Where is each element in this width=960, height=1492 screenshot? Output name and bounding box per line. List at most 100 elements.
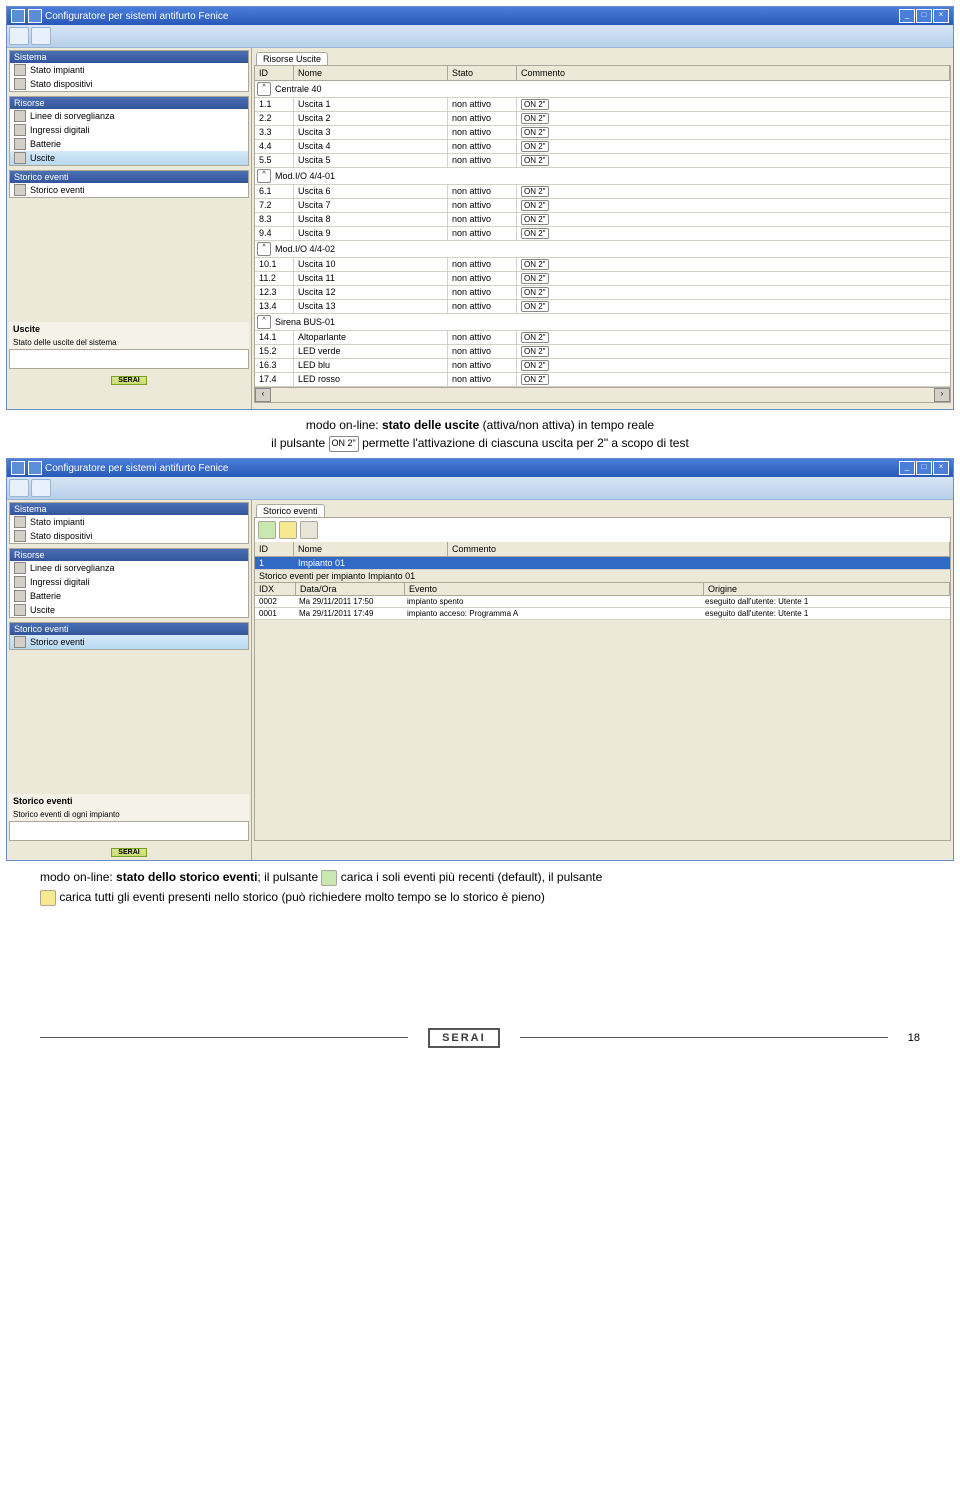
event-row[interactable]: 0002Ma 29/11/2011 17:50impianto spentoes… bbox=[255, 596, 950, 608]
uscita-row[interactable]: 17.4LED rossonon attivoON 2" bbox=[255, 373, 950, 387]
cell-action: ON 2" bbox=[516, 258, 553, 271]
on-button[interactable]: ON 2" bbox=[521, 186, 549, 197]
toolbar-btn-1[interactable] bbox=[9, 27, 29, 45]
uscita-row[interactable]: 14.1Altoparlantenon attivoON 2" bbox=[255, 331, 950, 345]
uscita-row[interactable]: 10.1Uscita 10non attivoON 2" bbox=[255, 258, 950, 272]
scroll-left[interactable]: ‹ bbox=[255, 388, 271, 402]
uscita-row[interactable]: 16.3LED blunon attivoON 2" bbox=[255, 359, 950, 373]
sidebar-item[interactable]: Ingressi digitali bbox=[10, 575, 248, 589]
minimize-button[interactable]: _ bbox=[899, 461, 915, 475]
uscita-row[interactable]: 4.4Uscita 4non attivoON 2" bbox=[255, 140, 950, 154]
scroll-right[interactable]: › bbox=[934, 388, 950, 402]
cell-stato: non attivo bbox=[447, 300, 516, 313]
uscita-row[interactable]: 5.5Uscita 5non attivoON 2" bbox=[255, 154, 950, 168]
sidebar-item[interactable]: Ingressi digitali bbox=[10, 123, 248, 137]
sidebar-item-label: Ingressi digitali bbox=[30, 577, 90, 587]
on-button[interactable]: ON 2" bbox=[521, 301, 549, 312]
cell-id: 17.4 bbox=[255, 373, 293, 386]
sidebar-item[interactable]: Batterie bbox=[10, 589, 248, 603]
sidebar-item-storico[interactable]: Storico eventi bbox=[10, 635, 248, 649]
maximize-button[interactable]: □ bbox=[916, 9, 932, 23]
on-button[interactable]: ON 2" bbox=[521, 228, 549, 239]
storico-header: ID Nome Commento bbox=[255, 542, 950, 557]
device-name: Uscite bbox=[9, 322, 249, 336]
on-button[interactable]: ON 2" bbox=[521, 155, 549, 166]
uscita-row[interactable]: 8.3Uscita 8non attivoON 2" bbox=[255, 213, 950, 227]
uscita-row[interactable]: 2.2Uscita 2non attivoON 2" bbox=[255, 112, 950, 126]
col-origine: Origine bbox=[704, 583, 950, 595]
on-button[interactable]: ON 2" bbox=[521, 332, 549, 343]
list-icon bbox=[14, 184, 26, 196]
group-header: Storico eventi bbox=[10, 623, 248, 635]
cell-id: 1 bbox=[255, 557, 293, 569]
sidebar-group-risorse: Risorse Linee di sorveglianza Ingressi d… bbox=[9, 548, 249, 618]
toolbar-btn-2[interactable] bbox=[31, 479, 51, 497]
on-button[interactable]: ON 2" bbox=[521, 99, 549, 110]
impianto-row[interactable]: 1 Impianto 01 bbox=[255, 557, 950, 570]
close-button[interactable]: × bbox=[933, 9, 949, 23]
sidebar-item[interactable]: Stato dispositivi bbox=[10, 529, 248, 543]
tab-risorse-uscite[interactable]: Risorse Uscite bbox=[256, 52, 328, 65]
gear-icon bbox=[14, 78, 26, 90]
caption-text: carica i soli eventi più recenti (defaul… bbox=[337, 870, 602, 884]
load-all-button[interactable] bbox=[279, 521, 297, 539]
cell-id: 13.4 bbox=[255, 300, 293, 313]
sidebar-item[interactable]: Uscite bbox=[10, 603, 248, 617]
group-name: Centrale 40 bbox=[275, 84, 948, 94]
uscita-row[interactable]: 6.1Uscita 6non attivoON 2" bbox=[255, 185, 950, 199]
col-data: Data/Ora bbox=[296, 583, 405, 595]
scroll-track[interactable] bbox=[271, 388, 934, 402]
on-button[interactable]: ON 2" bbox=[521, 273, 549, 284]
uscita-row[interactable]: 15.2LED verdenon attivoON 2" bbox=[255, 345, 950, 359]
uscita-row[interactable]: 1.1Uscita 1non attivoON 2" bbox=[255, 98, 950, 112]
device-panel bbox=[9, 821, 249, 841]
on-button[interactable]: ON 2" bbox=[521, 259, 549, 270]
sidebar-item[interactable]: Batterie bbox=[10, 137, 248, 151]
sidebar-item[interactable]: Stato dispositivi bbox=[10, 77, 248, 91]
sidebar-item[interactable]: Storico eventi bbox=[10, 183, 248, 197]
sidebar-item[interactable]: Linee di sorveglianza bbox=[10, 109, 248, 123]
tab-storico-eventi[interactable]: Storico eventi bbox=[256, 504, 325, 517]
uscita-row[interactable]: 13.4Uscita 13non attivoON 2" bbox=[255, 300, 950, 314]
group-row[interactable]: ^Mod.I/O 4/4-02 bbox=[255, 241, 950, 258]
minimize-button[interactable]: _ bbox=[899, 9, 915, 23]
on-button[interactable]: ON 2" bbox=[521, 214, 549, 225]
load-recent-button[interactable] bbox=[258, 521, 276, 539]
event-row[interactable]: 0001Ma 29/11/2011 17:49impianto acceso: … bbox=[255, 608, 950, 620]
sidebar-item[interactable]: Stato impianti bbox=[10, 515, 248, 529]
on-button[interactable]: ON 2" bbox=[521, 346, 549, 357]
on-button[interactable]: ON 2" bbox=[521, 287, 549, 298]
group-row[interactable]: ^Centrale 40 bbox=[255, 81, 950, 98]
cell-stato: non attivo bbox=[447, 98, 516, 111]
caption-text: (attiva/non attiva) in tempo reale bbox=[479, 418, 654, 432]
uscita-row[interactable]: 3.3Uscita 3non attivoON 2" bbox=[255, 126, 950, 140]
on-button[interactable]: ON 2" bbox=[521, 113, 549, 124]
h-scrollbar[interactable]: ‹ › bbox=[255, 387, 950, 402]
sidebar-item-uscite[interactable]: Uscite bbox=[10, 151, 248, 165]
sidebar-item-label: Stato impianti bbox=[30, 517, 85, 527]
sidebar-item[interactable]: Linee di sorveglianza bbox=[10, 561, 248, 575]
sidebar-item[interactable]: Stato impianti bbox=[10, 63, 248, 77]
group-row[interactable]: ^Sirena BUS-01 bbox=[255, 314, 950, 331]
on-button[interactable]: ON 2" bbox=[521, 127, 549, 138]
on-button[interactable]: ON 2" bbox=[521, 141, 549, 152]
close-button[interactable]: × bbox=[933, 461, 949, 475]
on-button[interactable]: ON 2" bbox=[521, 360, 549, 371]
app-icon bbox=[11, 9, 25, 23]
uscita-row[interactable]: 7.2Uscita 7non attivoON 2" bbox=[255, 199, 950, 213]
sidebar-group-sistema: Sistema Stato impianti Stato dispositivi bbox=[9, 502, 249, 544]
toolbar-btn-1[interactable] bbox=[9, 479, 29, 497]
group-row[interactable]: ^Mod.I/O 4/4-01 bbox=[255, 168, 950, 185]
uscita-row[interactable]: 9.4Uscita 9non attivoON 2" bbox=[255, 227, 950, 241]
uscita-row[interactable]: 12.3Uscita 12non attivoON 2" bbox=[255, 286, 950, 300]
maximize-button[interactable]: □ bbox=[916, 461, 932, 475]
toolbar-btn[interactable] bbox=[300, 521, 318, 539]
on-button[interactable]: ON 2" bbox=[521, 374, 549, 385]
app-icon-2 bbox=[28, 461, 42, 475]
sidebar: Sistema Stato impianti Stato dispositivi… bbox=[7, 48, 251, 409]
uscita-row[interactable]: 11.2Uscita 11non attivoON 2" bbox=[255, 272, 950, 286]
sidebar-group-risorse: Risorse Linee di sorveglianza Ingressi d… bbox=[9, 96, 249, 166]
caption-text: ; il pulsante bbox=[257, 870, 321, 884]
toolbar-btn-2[interactable] bbox=[31, 27, 51, 45]
on-button[interactable]: ON 2" bbox=[521, 200, 549, 211]
